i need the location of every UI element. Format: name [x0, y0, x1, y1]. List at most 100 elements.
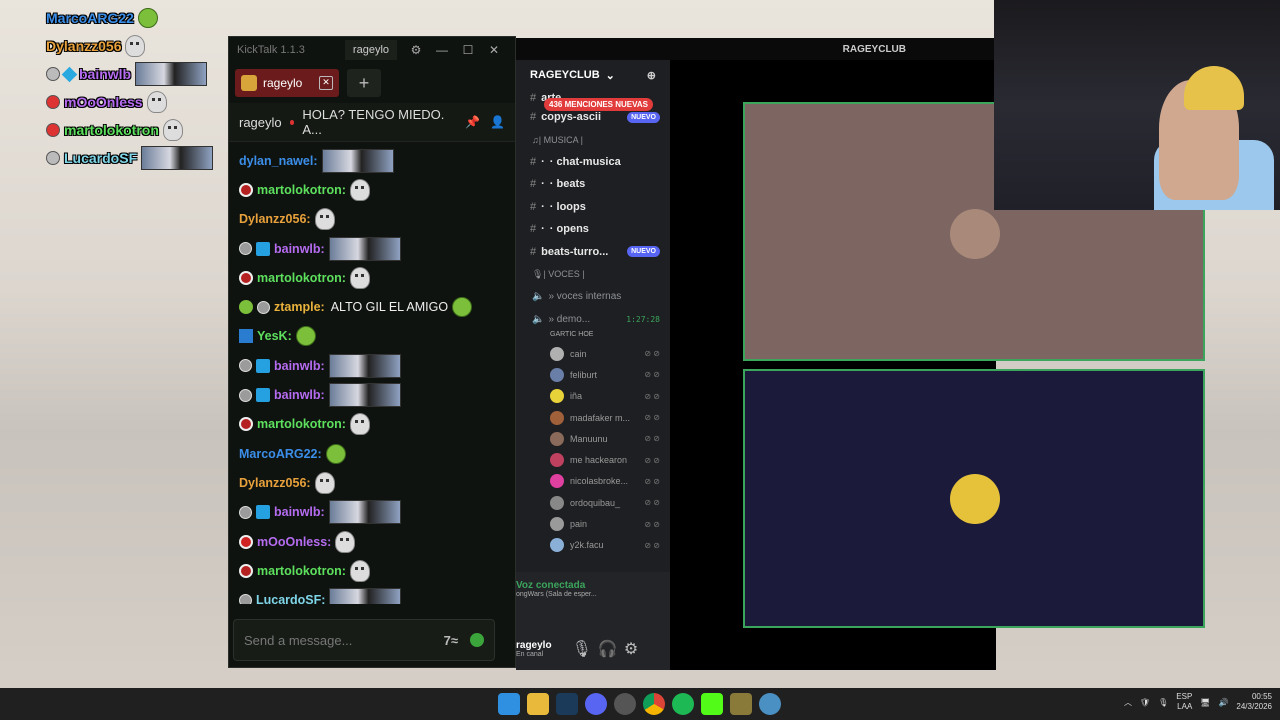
network-icon[interactable]: 🖥 — [1200, 698, 1210, 707]
message-input[interactable]: Send a message... 7≈ — [233, 619, 495, 661]
chat-message[interactable]: YesK: — [239, 322, 505, 351]
voice-user[interactable]: feliburt ⊘ ⊘ — [516, 364, 670, 385]
kick-emote-icon[interactable] — [470, 633, 484, 647]
steam-icon[interactable] — [556, 693, 578, 715]
clock[interactable]: 00:55 24/3/2026 — [1236, 692, 1272, 712]
chat-username[interactable]: dylan_nawel: — [239, 154, 318, 168]
minimize-button[interactable]: — — [429, 43, 455, 57]
voice-user[interactable]: ordoquibau_ ⊘ ⊘ — [516, 492, 670, 513]
volume-icon[interactable]: 🔊 — [1218, 698, 1228, 707]
chat-username[interactable]: bainwlb: — [274, 505, 325, 519]
7tv-emote-button[interactable]: 7≈ — [444, 633, 458, 648]
overlay-username: martolokotron — [64, 122, 159, 138]
voice-tile-2[interactable] — [743, 369, 1205, 628]
chat-message[interactable]: dylan_nawel: — [239, 146, 505, 175]
close-tab-icon[interactable]: ✕ — [319, 76, 333, 90]
chat-message[interactable]: MarcoARG22: — [239, 439, 505, 468]
game-icon[interactable] — [730, 693, 752, 715]
mic-icon: 🎙 — [532, 268, 544, 279]
file-explorer-icon[interactable] — [527, 693, 549, 715]
chat-messages[interactable]: dylan_nawel: martolokotron: Dylanzz056: bai… — [229, 142, 515, 604]
category-musica[interactable]: ♫ | MUSICA | — [516, 129, 670, 151]
voice-channel-demo[interactable]: 🔈 » demo... 1:27:28 — [516, 308, 670, 331]
settings-gear-icon[interactable]: ⚙ — [403, 43, 429, 57]
mentions-pill[interactable]: 436 MENCIONES NUEVAS — [544, 98, 653, 111]
channel-beats[interactable]: # · · beats — [516, 173, 670, 196]
chat-message[interactable]: bainwlb: — [239, 498, 505, 527]
discord-icon[interactable] — [585, 693, 607, 715]
start-icon[interactable] — [498, 693, 520, 715]
account-chip[interactable]: rageylo — [344, 40, 397, 60]
taskbar-apps — [498, 693, 781, 715]
pin-icon[interactable]: 📌 — [465, 115, 480, 129]
voice-connected-title: Voz conectada — [516, 580, 586, 591]
badge-cube-icon — [256, 388, 270, 403]
language-indicator[interactable]: ESP LAA — [1176, 692, 1192, 712]
app-icon[interactable] — [614, 693, 636, 715]
voice-channel-internas[interactable]: 🔈 » voces internas — [516, 285, 670, 308]
chat-message[interactable]: bainwlb: — [239, 351, 505, 380]
chat-message[interactable]: Dylanzz056: — [239, 205, 505, 234]
voice-user[interactable]: cain ⊘ ⊘ — [516, 343, 670, 364]
chat-message[interactable]: martolokotron: — [239, 263, 505, 292]
close-window-button[interactable]: ✕ — [481, 43, 507, 57]
chat-username[interactable]: YesK: — [257, 329, 292, 343]
app-c-icon[interactable] — [759, 693, 781, 715]
mic-icon[interactable]: 🎙 — [572, 639, 592, 659]
muted-icon: ⊘ ⊘ — [644, 498, 660, 508]
voice-user[interactable]: me hackearon ⊘ ⊘ — [516, 449, 670, 470]
hash-icon: # — [530, 92, 537, 104]
chat-username[interactable]: Dylanzz056: — [239, 212, 311, 226]
chat-message[interactable]: martolokotron: — [239, 410, 505, 439]
chat-message[interactable]: martolokotron: — [239, 175, 505, 204]
chat-message[interactable]: LucardoSF: — [239, 585, 505, 604]
chat-message[interactable]: ztample: ALTO GIL EL AMIGO — [239, 292, 505, 321]
chat-username[interactable]: bainwlb: — [274, 388, 325, 402]
chat-message[interactable]: bainwlb: — [239, 380, 505, 409]
voice-channel-name: » voces internas — [548, 291, 622, 302]
chat-username[interactable]: bainwlb: — [274, 359, 325, 373]
channel-chat-musica[interactable]: # · · chat-musica — [516, 151, 670, 174]
invite-icon[interactable]: ⊕ — [647, 69, 656, 82]
chat-username[interactable]: martolokotron: — [257, 183, 346, 197]
channel-loops[interactable]: # · · loops — [516, 196, 670, 219]
server-header[interactable]: RAGEYCLUB ⌄ ⊕ — [516, 60, 670, 90]
spotify-icon[interactable] — [672, 693, 694, 715]
voice-user[interactable]: pain ⊘ ⊘ — [516, 513, 670, 534]
chat-username[interactable]: martolokotron: — [257, 564, 346, 578]
chevron-up-icon[interactable]: ︿ — [1124, 697, 1132, 708]
chat-username[interactable]: bainwlb: — [274, 242, 325, 256]
chat-message[interactable]: Dylanzz056: — [239, 468, 505, 497]
chat-username[interactable]: martolokotron: — [257, 417, 346, 431]
chat-username[interactable]: martolokotron: — [257, 271, 346, 285]
voice-user[interactable]: nicolasbroke... ⊘ ⊘ — [516, 471, 670, 492]
tab-rageylo[interactable]: rageylo ✕ — [235, 69, 339, 97]
maximize-button[interactable]: ☐ — [455, 43, 481, 57]
skull-emote-icon — [314, 208, 335, 231]
chat-username[interactable]: LucardoSF: — [256, 593, 325, 604]
voice-user[interactable]: Manuunu ⊘ ⊘ — [516, 428, 670, 449]
chat-message[interactable]: bainwlb: — [239, 234, 505, 263]
kick-icon[interactable] — [701, 693, 723, 715]
gear-icon[interactable]: ⚙ — [624, 639, 638, 659]
voice-user[interactable]: madafaker m... ⊘ ⊘ — [516, 407, 670, 428]
voice-user[interactable]: y2k.facu ⊘ ⊘ — [516, 535, 670, 556]
chat-username[interactable]: MarcoARG22: — [239, 447, 322, 461]
user-icon[interactable]: 👤 — [490, 115, 505, 129]
channel-beats-turro[interactable]: # beats-turro... NUEVO — [516, 241, 670, 264]
add-tab-button[interactable]: + — [347, 69, 381, 97]
chrome-icon[interactable] — [643, 693, 665, 715]
category-voces[interactable]: 🎙 | VOCES | — [516, 263, 670, 285]
shield-icon[interactable]: 🛡 — [1140, 698, 1150, 707]
headphones-icon[interactable]: 🎧 — [598, 639, 618, 659]
channel-opens[interactable]: # · · opens — [516, 218, 670, 241]
mic-icon[interactable]: 🎙 — [1158, 698, 1168, 707]
chat-message[interactable]: martolokotron: — [239, 556, 505, 585]
skull-emote-icon — [349, 559, 370, 582]
chat-message[interactable]: mOoOnless: — [239, 527, 505, 556]
voice-user[interactable]: iña ⊘ ⊘ — [516, 386, 670, 407]
chat-username[interactable]: mOoOnless: — [257, 535, 331, 549]
pinned-message[interactable]: rageylo HOLA? TENGO MIEDO. A... 📌 👤 — [229, 103, 515, 142]
chat-username[interactable]: ztample: — [274, 300, 325, 314]
chat-username[interactable]: Dylanzz056: — [239, 476, 311, 490]
